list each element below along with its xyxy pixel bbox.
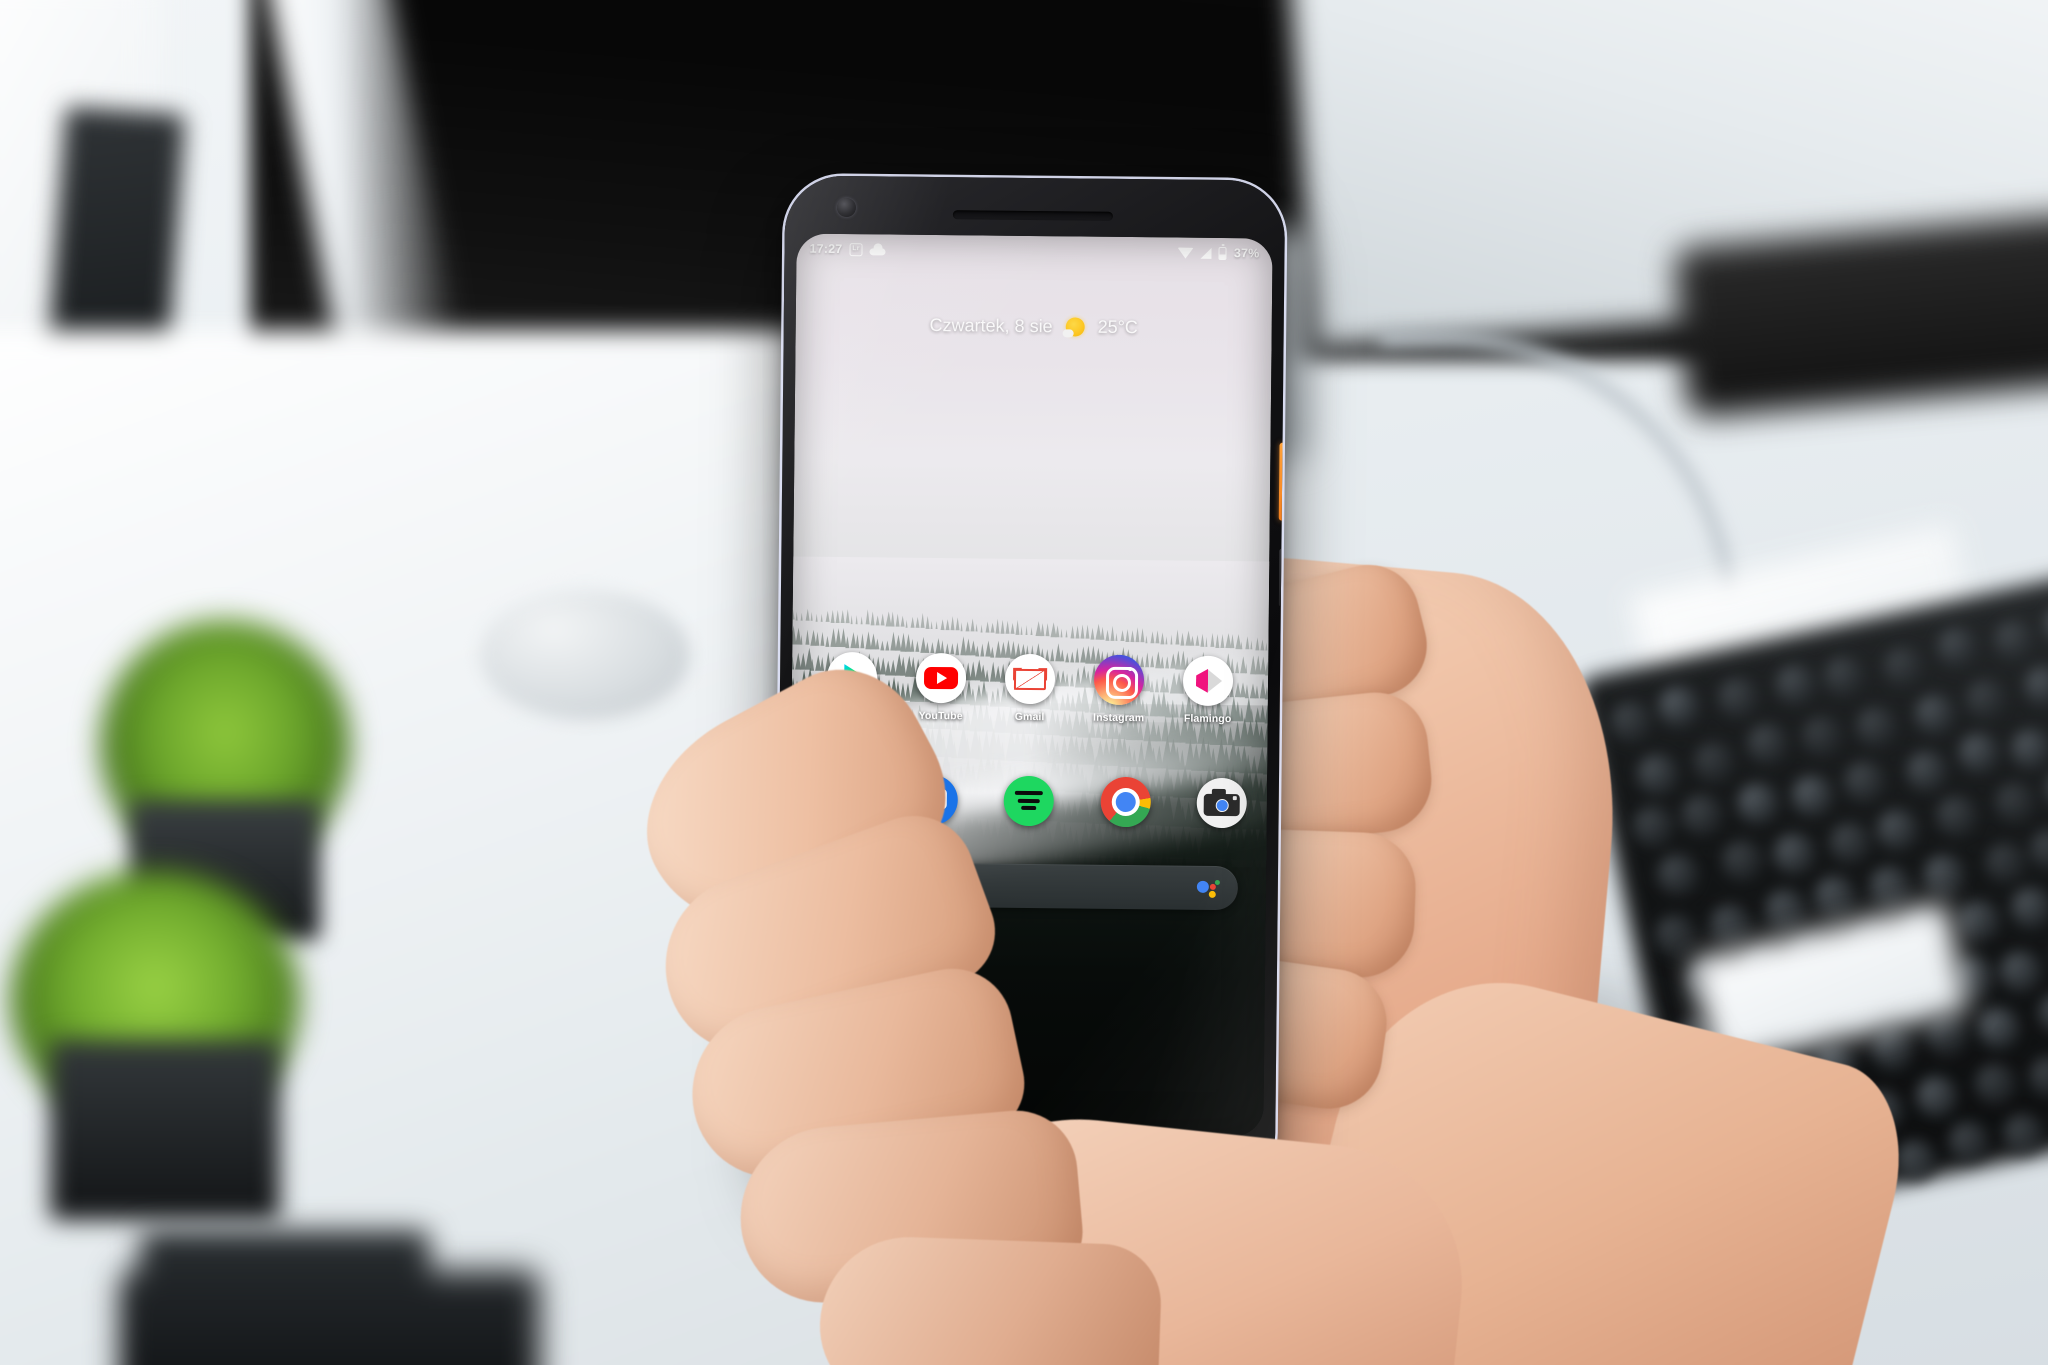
- plant-pot-lower: [50, 1040, 280, 1220]
- youtube-icon[interactable]: [916, 653, 967, 704]
- battery-icon: [1219, 246, 1227, 259]
- app-label: Flamingo: [1184, 713, 1232, 725]
- date-text: Czwartek, 8 sie: [929, 315, 1052, 337]
- lightroom-icon: Lr: [849, 243, 862, 256]
- laptop-dark-band: [1673, 212, 2048, 418]
- signal-icon: [1201, 247, 1212, 258]
- app-label: YouTube: [919, 710, 963, 722]
- temperature-text: 25°C: [1098, 317, 1138, 338]
- google-assistant-icon[interactable]: [1197, 879, 1220, 897]
- camera-icon[interactable]: [1196, 778, 1247, 829]
- status-bar-right: 37%: [1178, 246, 1260, 261]
- app-gmail[interactable]: Gmail: [990, 654, 1071, 724]
- desk-object-bottom-left: [120, 1270, 540, 1365]
- spotify-icon[interactable]: [1004, 776, 1055, 827]
- app-instagram[interactable]: Instagram: [1079, 655, 1160, 725]
- earpiece-speaker-icon: [953, 210, 1113, 221]
- smart-speaker: [480, 590, 690, 720]
- flamingo-icon[interactable]: [1183, 656, 1234, 707]
- app-flamingo[interactable]: Flamingo: [1168, 655, 1249, 725]
- status-time: 17:27: [809, 242, 842, 256]
- status-bar-left: 17:27 Lr: [809, 242, 885, 257]
- app-label: Instagram: [1093, 712, 1144, 725]
- wifi-icon: [1178, 247, 1194, 258]
- gmail-icon[interactable]: [1005, 654, 1056, 705]
- app-label: Gmail: [1015, 711, 1045, 723]
- battery-percent: 37%: [1234, 246, 1260, 260]
- sun-icon: [1066, 317, 1085, 336]
- cloud-icon: [869, 244, 885, 255]
- chrome-icon[interactable]: [1100, 777, 1151, 828]
- top-bezel: [785, 175, 1286, 240]
- instagram-icon[interactable]: [1094, 655, 1145, 706]
- finger-front-5: [817, 1234, 1163, 1365]
- front-camera-icon: [837, 198, 856, 217]
